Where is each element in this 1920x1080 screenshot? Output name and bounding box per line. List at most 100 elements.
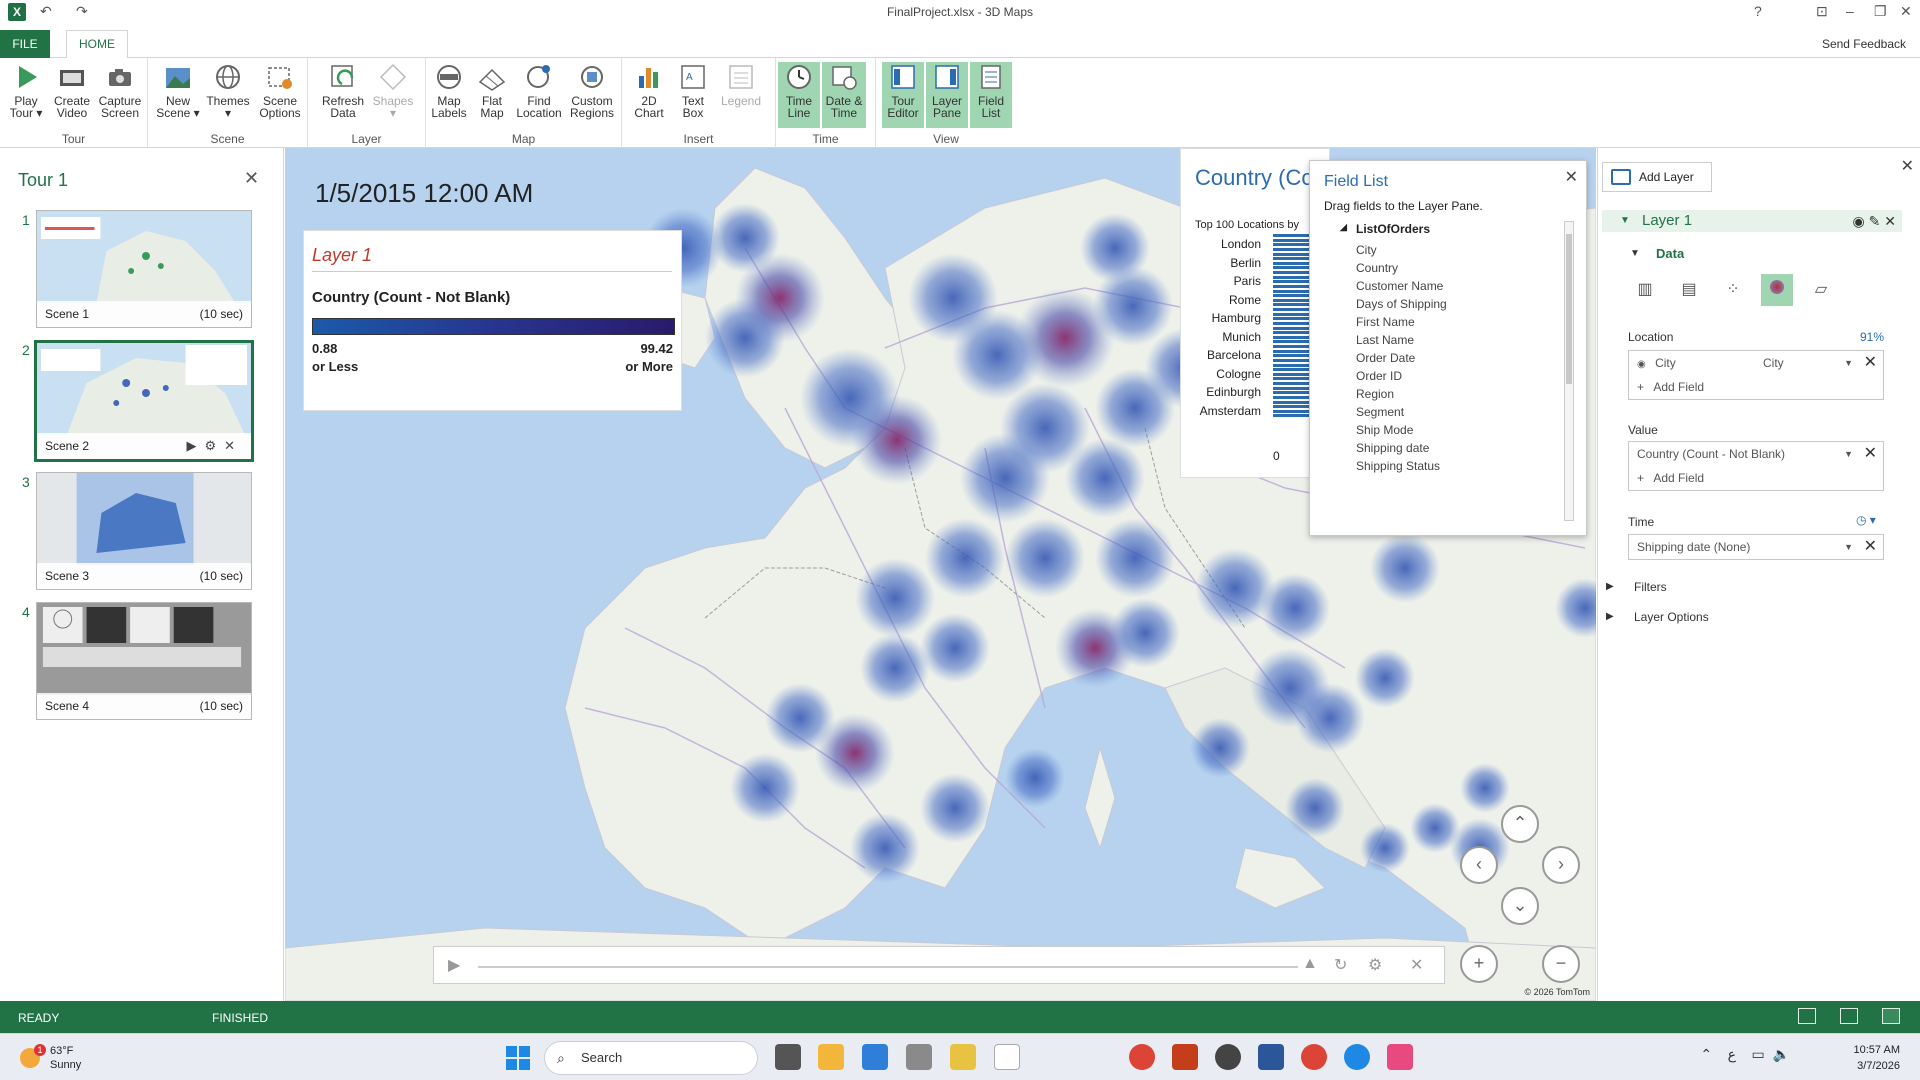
- field-item[interactable]: Ship Mode: [1356, 423, 1413, 437]
- time-options-icon[interactable]: ◷ ▾: [1856, 513, 1876, 527]
- text-box-button[interactable]: A Text Box: [674, 62, 712, 128]
- value-field-row[interactable]: Country (Count - Not Blank) ▼ ✕: [1629, 442, 1883, 466]
- app-icon[interactable]: [1344, 1044, 1370, 1070]
- dropdown-arrow-icon[interactable]: ▼: [1844, 351, 1853, 375]
- field-item[interactable]: Country: [1356, 261, 1398, 275]
- capture-screen-button[interactable]: Capture Screen: [96, 62, 144, 128]
- zoom-in-button[interactable]: +: [1460, 945, 1498, 983]
- send-feedback-link[interactable]: Send Feedback: [1822, 37, 1906, 51]
- delete-layer-icon[interactable]: ✕: [1884, 213, 1896, 229]
- top-locations-chart[interactable]: Country (Co Top 100 Locations by London B…: [1180, 148, 1330, 478]
- field-item[interactable]: Segment: [1356, 405, 1404, 419]
- view-fit-icon[interactable]: [1840, 1008, 1858, 1024]
- play-tour-button[interactable]: Play Tour ▾: [6, 62, 46, 128]
- visibility-eye-icon[interactable]: ◉: [1853, 213, 1865, 229]
- play-scene-icon[interactable]: ▶: [186, 438, 204, 453]
- time-line-button[interactable]: Time Line: [778, 62, 820, 128]
- view-fullscreen-icon[interactable]: [1882, 1008, 1900, 1024]
- task-view-icon[interactable]: [775, 1044, 801, 1070]
- minimize-icon[interactable]: –: [1846, 3, 1854, 19]
- edge-icon[interactable]: [862, 1044, 888, 1070]
- legend-button[interactable]: Legend: [718, 62, 764, 128]
- heat-map-icon[interactable]: [1761, 274, 1793, 306]
- find-location-button[interactable]: Find Location: [514, 62, 564, 128]
- field-item[interactable]: Last Name: [1356, 333, 1414, 347]
- remove-value-icon[interactable]: ✕: [1864, 442, 1877, 466]
- field-item[interactable]: Customer Name: [1356, 279, 1443, 293]
- add-field-row[interactable]: + Add Field: [1629, 466, 1883, 490]
- clustered-column-icon[interactable]: ▤: [1673, 274, 1705, 306]
- location-well[interactable]: ◉ City City ▼ ✕ + Add Field: [1628, 350, 1884, 400]
- network-icon[interactable]: ▭: [1752, 1046, 1765, 1062]
- tilt-down-button[interactable]: ⌄: [1501, 887, 1539, 925]
- timeline-close-icon[interactable]: ✕: [1410, 955, 1423, 975]
- value-well[interactable]: Country (Count - Not Blank) ▼ ✕ + Add Fi…: [1628, 441, 1884, 491]
- add-field-row[interactable]: + Add Field: [1629, 375, 1883, 399]
- dropdown-arrow-icon[interactable]: ▼: [1844, 535, 1853, 559]
- windows-start-icon[interactable]: [506, 1046, 530, 1070]
- filters-section[interactable]: ▶ Filters: [1606, 580, 1667, 594]
- view-normal-icon[interactable]: [1798, 1008, 1816, 1024]
- field-list-close-icon[interactable]: ✕: [1565, 167, 1578, 187]
- clock-app-icon[interactable]: [1215, 1044, 1241, 1070]
- field-group-name[interactable]: ◢ ListOfOrders: [1340, 222, 1430, 236]
- scene-thumbnail-2[interactable]: Scene 2 ▶⚙✕: [34, 340, 254, 462]
- location-field-row[interactable]: ◉ City City ▼ ✕: [1629, 351, 1883, 375]
- file-explorer-icon[interactable]: [818, 1044, 844, 1070]
- timeline-slider-icon[interactable]: ▲: [1302, 955, 1318, 973]
- field-item[interactable]: Order ID: [1356, 369, 1402, 383]
- bubble-icon[interactable]: ⁘: [1717, 274, 1749, 306]
- scene-settings-icon[interactable]: ⚙: [204, 438, 224, 453]
- app-icon[interactable]: [906, 1044, 932, 1070]
- rotate-left-button[interactable]: ‹: [1460, 846, 1498, 884]
- radio-icon[interactable]: ◉: [1637, 359, 1646, 370]
- tab-home[interactable]: HOME: [66, 30, 128, 59]
- edit-pencil-icon[interactable]: ✎: [1869, 213, 1881, 229]
- field-item[interactable]: Shipping date: [1356, 441, 1429, 455]
- date-time-button[interactable]: Date & Time: [822, 62, 866, 128]
- app-icon[interactable]: [950, 1044, 976, 1070]
- refresh-data-button[interactable]: Refresh Data: [320, 62, 366, 128]
- delete-scene-icon[interactable]: ✕: [224, 438, 243, 453]
- field-item[interactable]: First Name: [1356, 315, 1415, 329]
- stacked-column-icon[interactable]: ▥: [1629, 274, 1661, 306]
- zoom-out-button[interactable]: −: [1542, 945, 1580, 983]
- scene-thumbnail-1[interactable]: Scene 1 (10 sec): [36, 210, 252, 328]
- 2d-chart-button[interactable]: 2D Chart: [630, 62, 668, 128]
- field-item[interactable]: Days of Shipping: [1356, 297, 1447, 311]
- field-item[interactable]: Shipping Status: [1356, 459, 1440, 473]
- timeline-play-icon[interactable]: ▶: [448, 955, 460, 975]
- timeline-settings-icon[interactable]: ⚙: [1368, 955, 1382, 975]
- help-icon[interactable]: ?: [1754, 3, 1762, 19]
- tilt-up-button[interactable]: ⌃: [1501, 805, 1539, 843]
- volume-icon[interactable]: 🔈: [1773, 1046, 1790, 1062]
- dropdown-arrow-icon[interactable]: ▼: [1844, 442, 1853, 466]
- field-item[interactable]: City: [1356, 243, 1377, 257]
- add-layer-button[interactable]: Add Layer: [1602, 162, 1712, 192]
- shapes-button[interactable]: Shapes ▾: [370, 62, 416, 128]
- language-indicator[interactable]: ع: [1728, 1046, 1736, 1062]
- scene-thumbnail-3[interactable]: Scene 3 (10 sec): [36, 472, 252, 590]
- map-labels-button[interactable]: Map Labels: [428, 62, 470, 128]
- new-scene-button[interactable]: New Scene ▾: [156, 62, 200, 128]
- maximize-icon[interactable]: ❐: [1874, 3, 1887, 20]
- scene-thumbnail-4[interactable]: Scene 4 (10 sec): [36, 602, 252, 720]
- data-section-header[interactable]: ▼ Data: [1630, 246, 1684, 261]
- field-list-scroll-thumb[interactable]: [1566, 234, 1572, 384]
- tab-file[interactable]: FILE: [0, 30, 50, 58]
- field-list-button[interactable]: Field List: [970, 62, 1012, 128]
- layer-collapse-icon[interactable]: ▼: [1620, 210, 1630, 232]
- remove-time-icon[interactable]: ✕: [1864, 535, 1877, 559]
- tray-chevron-icon[interactable]: ⌃: [1700, 1046, 1712, 1062]
- scene-options-button[interactable]: Scene Options: [256, 62, 304, 128]
- field-list-pane[interactable]: Field List ✕ Drag fields to the Layer Pa…: [1309, 160, 1587, 536]
- map-legend[interactable]: Layer 1 Country (Count - Not Blank) 0.88…: [303, 230, 682, 411]
- location-confidence[interactable]: 91%: [1860, 330, 1884, 344]
- rotate-right-button[interactable]: ›: [1542, 846, 1580, 884]
- word-icon[interactable]: [1258, 1044, 1284, 1070]
- chrome-icon[interactable]: [1129, 1044, 1155, 1070]
- chrome-icon[interactable]: [1301, 1044, 1327, 1070]
- tour-close-icon[interactable]: ✕: [244, 168, 259, 189]
- time-well[interactable]: Shipping date (None) ▼ ✕: [1628, 534, 1884, 560]
- create-video-button[interactable]: Create Video: [50, 62, 94, 128]
